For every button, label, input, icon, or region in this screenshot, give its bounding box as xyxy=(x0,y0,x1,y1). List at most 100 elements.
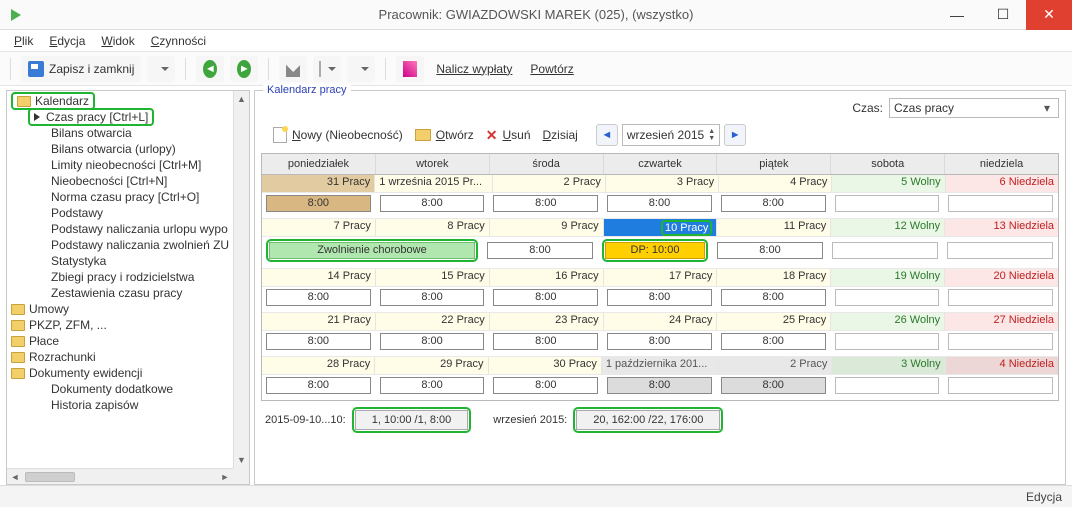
nowy-button[interactable]: Nowy (Nieobecność) xyxy=(269,123,407,147)
entry[interactable]: 8:00 xyxy=(266,333,371,350)
save-button[interactable] xyxy=(147,56,175,82)
entry[interactable]: 8:00 xyxy=(380,377,485,394)
tree-podstawy[interactable]: Podstawy xyxy=(7,205,249,221)
day-cell[interactable]: 3 Wolny xyxy=(832,357,945,375)
tree-podst-zwol[interactable]: Podstawy naliczania zwolnień ZU xyxy=(7,237,249,253)
day-cell[interactable]: 2 Pracy xyxy=(493,175,606,193)
entry-empty[interactable] xyxy=(948,289,1053,306)
day-cell[interactable]: 12 Wolny xyxy=(831,219,945,237)
tree-kalendarz[interactable]: Kalendarz xyxy=(7,93,249,109)
entry[interactable]: 8:00 xyxy=(266,195,371,212)
tree-zestawienia[interactable]: Zestawienia czasu pracy xyxy=(7,285,249,301)
day-cell[interactable]: 20 Niedziela xyxy=(945,269,1058,287)
tree-scrollbar-vertical[interactable]: ▲▼ xyxy=(233,91,249,468)
day-cell[interactable]: 19 Wolny xyxy=(831,269,945,287)
save-close-button[interactable]: Zapisz i zamknij xyxy=(21,56,141,82)
usun-button[interactable]: ✕Usuń xyxy=(482,123,535,147)
entry[interactable]: 8:00 xyxy=(487,242,593,259)
day-cell[interactable]: 16 Pracy xyxy=(490,269,604,287)
day-cell[interactable]: 22 Pracy xyxy=(376,313,490,331)
day-cell[interactable]: 3 Pracy xyxy=(606,175,719,193)
entry[interactable]: 8:00 xyxy=(717,242,823,259)
day-cell[interactable]: 18 Pracy xyxy=(717,269,831,287)
entry[interactable]: 8:00 xyxy=(721,333,826,350)
czas-select[interactable]: Czas pracy ▾ xyxy=(889,98,1059,118)
day-cell[interactable]: 11 Pracy xyxy=(717,219,831,237)
entry-empty[interactable] xyxy=(948,195,1053,212)
otworz-button[interactable]: Otwórz xyxy=(411,123,478,147)
day-cell[interactable]: 6 Niedziela xyxy=(946,175,1058,193)
month-next-button[interactable]: ► xyxy=(724,124,746,146)
close-button[interactable]: ✕ xyxy=(1026,0,1072,30)
entry-dp[interactable]: DP: 10:00 xyxy=(605,242,705,259)
tree-scrollbar-horizontal[interactable]: ◄► xyxy=(7,468,233,484)
menu-edycja[interactable]: Edycja xyxy=(41,32,93,50)
tree-place[interactable]: Płace xyxy=(7,333,249,349)
entry-sick[interactable]: Zwolnienie chorobowe xyxy=(269,242,475,259)
entry[interactable]: 8:00 xyxy=(266,289,371,306)
tree-bilans-otwarcia-urlopy[interactable]: Bilans otwarcia (urlopy) xyxy=(7,141,249,157)
day-cell[interactable]: 23 Pracy xyxy=(490,313,604,331)
dzisiaj-button[interactable]: Dzisiaj xyxy=(539,123,582,147)
run-button[interactable] xyxy=(2,1,30,29)
entry-empty[interactable] xyxy=(947,242,1053,259)
entry-empty[interactable] xyxy=(835,377,940,394)
print-button[interactable] xyxy=(347,56,375,82)
minimize-button[interactable]: — xyxy=(934,0,980,30)
day-cell[interactable]: 27 Niedziela xyxy=(945,313,1058,331)
tree-dok-dodat[interactable]: Dokumenty dodatkowe xyxy=(7,381,249,397)
entry[interactable]: 8:00 xyxy=(721,377,826,394)
nav-back-button[interactable]: ◄ xyxy=(196,56,224,82)
day-cell[interactable]: 13 Niedziela xyxy=(945,219,1058,237)
entry-empty[interactable] xyxy=(948,333,1053,350)
entry[interactable]: 8:00 xyxy=(380,195,485,212)
day-cell[interactable]: 28 Pracy xyxy=(262,357,375,375)
day-cell[interactable]: 4 Pracy xyxy=(719,175,832,193)
month-picker[interactable]: wrzesień 2015 ▲▼ xyxy=(622,124,720,146)
tree-czas-pracy[interactable]: Czas pracy [Ctrl+L] xyxy=(7,109,249,125)
entry-empty[interactable] xyxy=(835,195,940,212)
tree-statystyka[interactable]: Statystyka xyxy=(7,253,249,269)
tree-norma[interactable]: Norma czasu pracy [Ctrl+O] xyxy=(7,189,249,205)
day-cell[interactable]: 5 Wolny xyxy=(832,175,945,193)
entry-empty[interactable] xyxy=(835,289,940,306)
day-cell[interactable]: 1 września 2015 Pr... xyxy=(375,175,492,193)
month-prev-button[interactable]: ◄ xyxy=(596,124,618,146)
powtorz-link[interactable]: Powtórz xyxy=(524,62,579,76)
day-cell[interactable]: 29 Pracy xyxy=(375,357,488,375)
tree-umowy[interactable]: Umowy xyxy=(7,301,249,317)
day-cell[interactable]: 30 Pracy xyxy=(489,357,602,375)
day-cell[interactable]: 2 Pracy xyxy=(719,357,832,375)
entry[interactable]: 8:00 xyxy=(607,195,712,212)
menu-plik[interactable]: Plik xyxy=(6,32,41,50)
entry-empty[interactable] xyxy=(832,242,938,259)
nalicz-link[interactable]: Nalicz wypłaty xyxy=(430,62,518,76)
entry[interactable]: 8:00 xyxy=(493,333,598,350)
entry[interactable]: 8:00 xyxy=(493,289,598,306)
entry[interactable]: 8:00 xyxy=(380,289,485,306)
day-cell[interactable]: 15 Pracy xyxy=(376,269,490,287)
nav-forward-button[interactable]: ► xyxy=(230,56,258,82)
entry[interactable]: 8:00 xyxy=(721,195,826,212)
day-cell[interactable]: 14 Pracy xyxy=(262,269,376,287)
entry[interactable]: 8:00 xyxy=(607,377,712,394)
maximize-button[interactable]: ☐ xyxy=(980,0,1026,30)
tree-nieobecnosci[interactable]: Nieobecności [Ctrl+N] xyxy=(7,173,249,189)
entry[interactable]: 8:00 xyxy=(266,377,371,394)
day-cell[interactable]: 4 Niedziela xyxy=(946,357,1058,375)
doc-button[interactable] xyxy=(313,56,341,82)
tree-historia[interactable]: Historia zapisów xyxy=(7,397,249,413)
tree-limity[interactable]: Limity nieobecności [Ctrl+M] xyxy=(7,157,249,173)
day-cell[interactable]: 25 Pracy xyxy=(717,313,831,331)
entry[interactable]: 8:00 xyxy=(380,333,485,350)
day-cell[interactable]: 9 Pracy xyxy=(490,219,604,237)
tree-zbiegi[interactable]: Zbiegi pracy i rodzicielstwa xyxy=(7,269,249,285)
entry[interactable]: 8:00 xyxy=(493,195,598,212)
day-cell[interactable]: 31 Pracy xyxy=(262,175,375,193)
wand-button[interactable] xyxy=(396,56,424,82)
entry-empty[interactable] xyxy=(835,333,940,350)
day-cell[interactable]: 8 Pracy xyxy=(376,219,490,237)
entry-empty[interactable] xyxy=(948,377,1053,394)
entry[interactable]: 8:00 xyxy=(607,333,712,350)
tools-button[interactable] xyxy=(279,56,307,82)
